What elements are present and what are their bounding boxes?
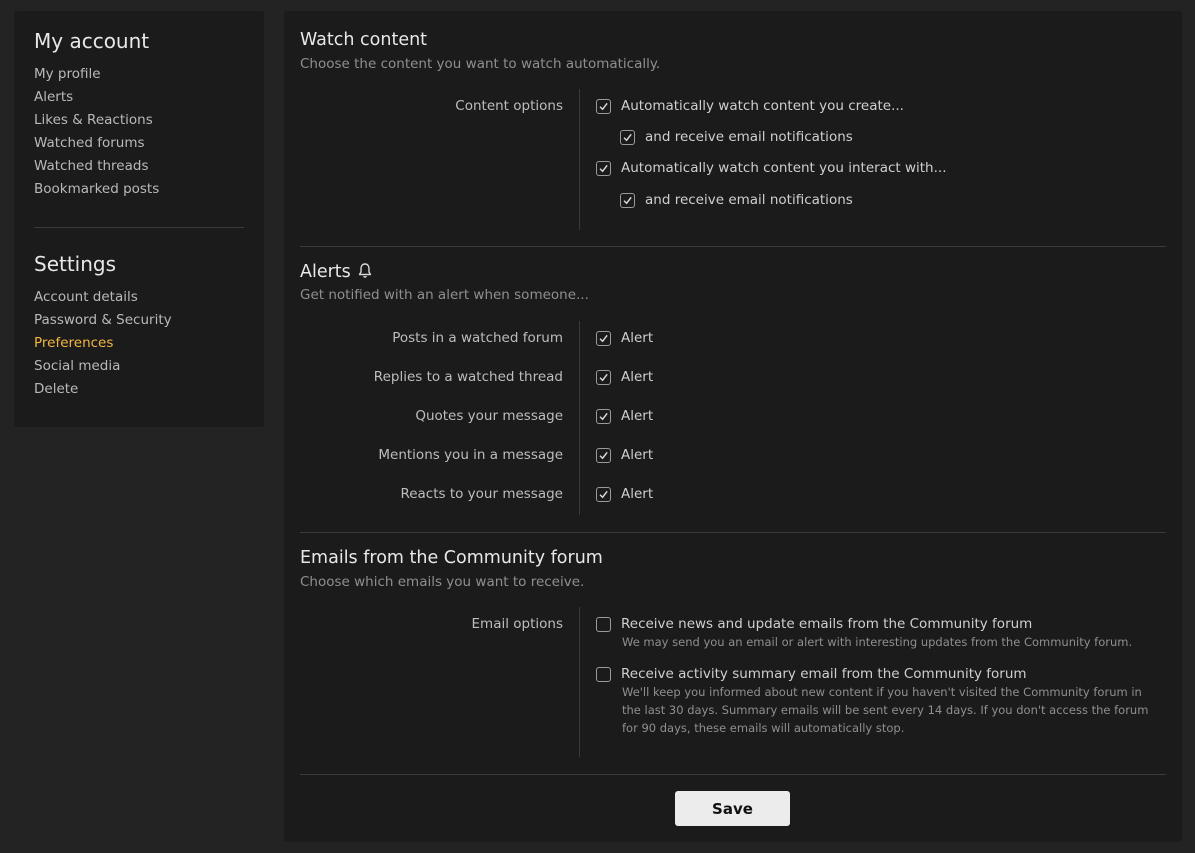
sidebar-link-delete[interactable]: Delete bbox=[34, 378, 244, 401]
sidebar-link-account-details[interactable]: Account details bbox=[34, 286, 244, 309]
watch-interacted-email-text: and receive email notifications bbox=[645, 192, 853, 208]
email-summary-text: Receive activity summary email from the … bbox=[621, 666, 1027, 682]
my-account-section: My account My profile Alerts Likes & Rea… bbox=[34, 29, 244, 201]
email-summary-hint: We'll keep you informed about new conten… bbox=[622, 685, 1149, 735]
alerts-title-text: Alerts bbox=[300, 262, 351, 282]
watch-created-email-text: and receive email notifications bbox=[645, 129, 853, 145]
watch-interacted-option[interactable]: Automatically watch content you interact… bbox=[596, 160, 947, 176]
sidebar-link-preferences[interactable]: Preferences bbox=[34, 332, 244, 355]
email-options-label: Email options bbox=[471, 616, 563, 632]
watch-interacted-email-option[interactable]: and receive email notifications bbox=[620, 192, 853, 208]
sidebar-link-watched-threads[interactable]: Watched threads bbox=[34, 155, 244, 178]
content-options-label: Content options bbox=[455, 98, 563, 114]
watch-interacted-checkbox[interactable] bbox=[596, 160, 611, 176]
sidebar-link-alerts[interactable]: Alerts bbox=[34, 86, 244, 109]
bell-icon bbox=[358, 263, 371, 278]
alert-checkbox-label: Alert bbox=[621, 330, 654, 346]
alert-checkbox-label: Alert bbox=[621, 408, 654, 424]
settings-title: Settings bbox=[34, 252, 117, 276]
sidebar-link-bookmarked-posts[interactable]: Bookmarked posts bbox=[34, 178, 244, 201]
check-icon bbox=[599, 373, 608, 381]
sidebar-link-social-media[interactable]: Social media bbox=[34, 355, 244, 378]
email-news-hint: We may send you an email or alert with i… bbox=[622, 635, 1133, 649]
sidebar-link-likes-reactions[interactable]: Likes & Reactions bbox=[34, 109, 244, 132]
alerts-divider bbox=[579, 321, 580, 515]
alert-mentions-checkbox[interactable] bbox=[596, 447, 611, 463]
section-divider bbox=[300, 774, 1166, 775]
alert-quotes-checkbox[interactable] bbox=[596, 408, 611, 424]
email-news-option[interactable]: Receive news and update emails from the … bbox=[596, 616, 1032, 632]
alert-row-label: Reacts to your message bbox=[400, 486, 563, 502]
alert-watched-forum-option[interactable]: Alert bbox=[596, 330, 653, 346]
check-icon bbox=[623, 133, 632, 141]
section-divider bbox=[300, 246, 1166, 247]
watch-created-checkbox[interactable] bbox=[596, 98, 611, 114]
sidebar-link-watched-forums[interactable]: Watched forums bbox=[34, 132, 244, 155]
check-icon bbox=[599, 164, 608, 172]
account-sidebar: My account My profile Alerts Likes & Rea… bbox=[14, 11, 264, 427]
alert-watched-thread-option[interactable]: Alert bbox=[596, 369, 653, 385]
watch-interacted-email-checkbox[interactable] bbox=[620, 192, 635, 208]
alerts-desc: Get notified with an alert when someone.… bbox=[300, 287, 589, 303]
alert-quotes-option[interactable]: Alert bbox=[596, 408, 653, 424]
alert-mentions-option[interactable]: Alert bbox=[596, 447, 653, 463]
alert-row-label: Posts in a watched forum bbox=[392, 330, 563, 346]
alert-checkbox-label: Alert bbox=[621, 369, 654, 385]
watch-divider bbox=[579, 89, 580, 230]
alert-row-label: Replies to a watched thread bbox=[373, 369, 563, 385]
email-summary-option[interactable]: Receive activity summary email from the … bbox=[596, 666, 1027, 682]
watch-created-email-checkbox[interactable] bbox=[620, 129, 635, 145]
alert-reacts-option[interactable]: Alert bbox=[596, 486, 653, 502]
check-icon bbox=[599, 102, 608, 110]
check-icon bbox=[623, 196, 632, 204]
alert-checkbox-label: Alert bbox=[621, 447, 654, 463]
emails-desc: Choose which emails you want to receive. bbox=[300, 574, 585, 590]
emails-title: Emails from the Community forum bbox=[300, 548, 603, 568]
watch-interacted-text: Automatically watch content you interact… bbox=[621, 160, 947, 176]
watch-created-email-option[interactable]: and receive email notifications bbox=[620, 129, 853, 145]
check-icon bbox=[599, 412, 608, 420]
email-news-checkbox[interactable] bbox=[596, 616, 611, 632]
watch-created-text: Automatically watch content you create..… bbox=[621, 98, 904, 114]
alert-reacts-checkbox[interactable] bbox=[596, 486, 611, 502]
check-icon bbox=[599, 490, 608, 498]
save-button[interactable]: Save bbox=[675, 791, 790, 826]
sidebar-link-password-security[interactable]: Password & Security bbox=[34, 309, 244, 332]
preferences-panel: Watch content Choose the content you wan… bbox=[284, 11, 1182, 842]
alert-watched-thread-checkbox[interactable] bbox=[596, 369, 611, 385]
section-divider bbox=[300, 532, 1166, 533]
emails-divider bbox=[579, 607, 580, 757]
email-news-text: Receive news and update emails from the … bbox=[621, 616, 1033, 632]
alert-watched-forum-checkbox[interactable] bbox=[596, 330, 611, 346]
sidebar-link-my-profile[interactable]: My profile bbox=[34, 63, 244, 86]
watch-content-title: Watch content bbox=[300, 30, 428, 50]
email-summary-checkbox[interactable] bbox=[596, 666, 611, 682]
check-icon bbox=[599, 451, 608, 459]
watch-content-desc: Choose the content you want to watch aut… bbox=[300, 56, 661, 72]
sidebar-divider bbox=[34, 227, 244, 228]
alert-checkbox-label: Alert bbox=[621, 486, 654, 502]
check-icon bbox=[599, 334, 608, 342]
alerts-title: Alerts bbox=[300, 262, 373, 282]
settings-section: Settings Account details Password & Secu… bbox=[34, 252, 244, 401]
alert-row-label: Quotes your message bbox=[415, 408, 563, 424]
watch-created-option[interactable]: Automatically watch content you create..… bbox=[596, 98, 904, 114]
alert-row-label: Mentions you in a message bbox=[378, 447, 563, 463]
my-account-title: My account bbox=[34, 29, 150, 53]
